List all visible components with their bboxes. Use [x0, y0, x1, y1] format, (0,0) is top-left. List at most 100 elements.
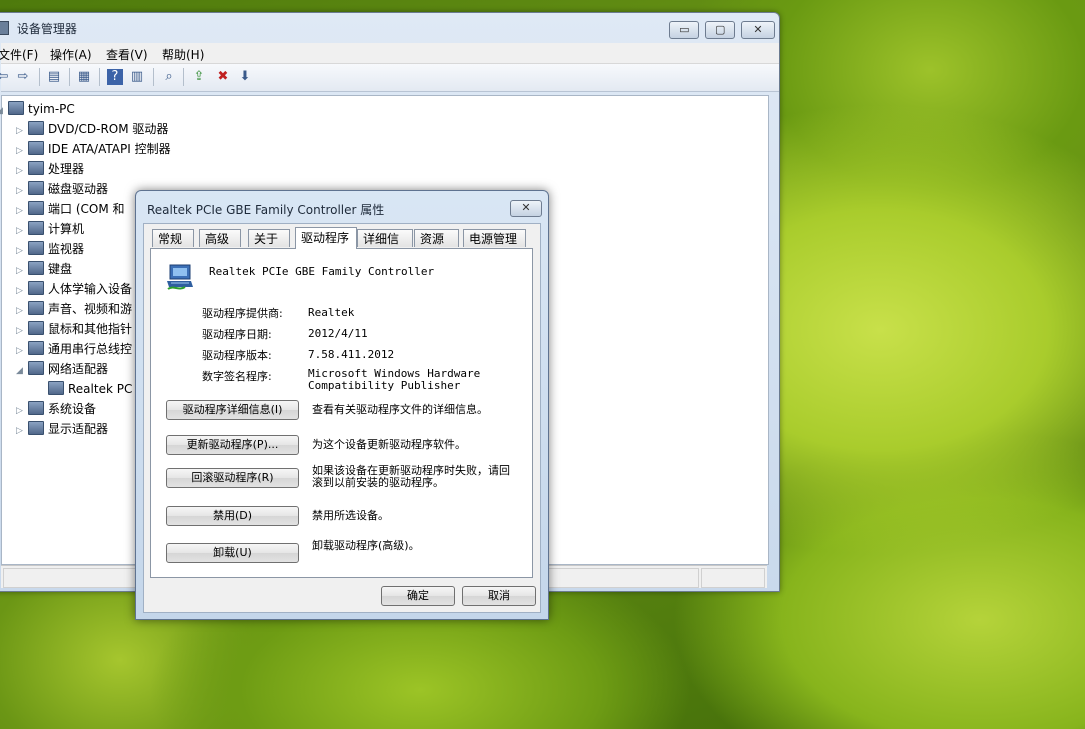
digital-signer-value: Microsoft Windows Hardware Compatibility… [308, 367, 481, 392]
tab-resources[interactable]: 资源 [414, 229, 459, 247]
dialog-close-button[interactable]: ✕ [510, 200, 542, 217]
tree-item[interactable]: ▷ 键盘 [16, 260, 72, 278]
usb-icon [28, 341, 44, 355]
hid-icon [28, 281, 44, 295]
expand-icon[interactable]: ▷ [16, 222, 28, 240]
properties-dialog: Realtek PCIe GBE Family Controller 属性 ✕ … [135, 190, 549, 620]
collapse-icon[interactable]: ◢ [16, 362, 28, 380]
tree-item[interactable]: ▷ 显示适配器 [16, 420, 108, 438]
driver-date-label: 驱动程序日期: [202, 328, 272, 341]
expand-icon[interactable]: ▷ [16, 122, 28, 140]
tab-driver[interactable]: 驱动程序 [295, 227, 357, 249]
tree-item[interactable]: ▷ 处理器 [16, 160, 84, 178]
properties-icon[interactable]: ▦ [76, 69, 92, 85]
status-cell [547, 568, 699, 588]
tree-item[interactable]: ▷ DVD/CD-ROM 驱动器 [16, 120, 168, 138]
tab-details[interactable]: 详细信息 [357, 229, 413, 265]
network-adapter-icon [167, 264, 193, 290]
dvd-drive-icon [28, 121, 44, 135]
expand-icon[interactable]: ▷ [16, 182, 28, 200]
menu-view[interactable]: 查看(V) [106, 46, 148, 63]
window-title-bar[interactable]: 设备管理器 [0, 13, 601, 43]
driver-provider-label: 驱动程序提供商: [202, 307, 283, 320]
menu-file[interactable]: 文件(F) [0, 46, 38, 63]
driver-details-button[interactable]: 驱动程序详细信息(I) [166, 400, 299, 420]
collapse-icon[interactable]: ◢ [0, 102, 8, 120]
tree-item[interactable]: ▷ 通用串行总线控 [16, 340, 132, 358]
disable-device-icon[interactable]: ⬇ [237, 69, 253, 85]
device-name: Realtek PCIe GBE Family Controller [209, 265, 435, 278]
driver-tab-panel: Realtek PCIe GBE Family Controller 驱动程序提… [150, 248, 533, 578]
device-manager-icon [0, 21, 9, 35]
expand-icon[interactable]: ▷ [16, 402, 28, 420]
expand-icon[interactable]: ▷ [16, 142, 28, 160]
system-device-icon [28, 401, 44, 415]
toolbar-separator [99, 68, 100, 86]
menu-help[interactable]: 帮助(H) [162, 46, 204, 63]
scan-hardware-icon[interactable]: ⌕ [161, 69, 177, 85]
tab-about[interactable]: 关于 [248, 229, 290, 247]
driver-provider-value: Realtek [308, 306, 355, 319]
dialog-title: Realtek PCIe GBE Family Controller 属性 [147, 203, 385, 217]
help-icon[interactable]: ? [107, 69, 123, 85]
back-arrow-icon[interactable]: ⇦ [0, 69, 11, 85]
tree-item[interactable]: Realtek PC [36, 380, 132, 398]
tree-item[interactable]: ▷ 端口 (COM 和 [16, 200, 125, 218]
action-pane-icon[interactable]: ▥ [129, 69, 145, 85]
tree-item[interactable]: ▷ 监视器 [16, 240, 84, 258]
uninstall-driver-button[interactable]: 卸载(U) [166, 543, 299, 563]
maximize-button[interactable]: ▢ [705, 21, 736, 39]
disable-device-button[interactable]: 禁用(D) [166, 506, 299, 526]
expand-icon[interactable]: ▷ [16, 202, 28, 220]
disk-drive-icon [28, 181, 44, 195]
tab-advanced[interactable]: 高级 [199, 229, 241, 247]
tree-item[interactable]: ▷ 系统设备 [16, 400, 96, 418]
update-driver-icon[interactable]: ⇪ [191, 69, 207, 85]
window-title: 设备管理器 [16, 22, 77, 36]
computer-icon [28, 221, 44, 235]
menu-bar: 文件(F) 操作(A) 查看(V) 帮助(H) [0, 43, 779, 64]
tree-item[interactable]: ▷ 磁盘驱动器 [16, 180, 108, 198]
tree-item[interactable]: ▷ IDE ATA/ATAPI 控制器 [16, 140, 171, 158]
keyboard-icon [28, 261, 44, 275]
cancel-button[interactable]: 取消 [462, 586, 536, 606]
toolbar: ⇦ ⇨ ▤ ▦ ? ▥ ⌕ ⇪ ✖ ⬇ [0, 64, 779, 92]
forward-arrow-icon[interactable]: ⇨ [15, 69, 31, 85]
expand-icon[interactable]: ▷ [16, 242, 28, 260]
toolbar-separator [183, 68, 184, 86]
ok-button[interactable]: 确定 [381, 586, 455, 606]
tab-general[interactable]: 常规 [152, 229, 194, 247]
expand-icon[interactable]: ▷ [16, 422, 28, 440]
tree-item[interactable]: ▷ 人体学输入设备 [16, 280, 132, 298]
update-driver-button[interactable]: 更新驱动程序(P)... [166, 435, 299, 455]
ide-controller-icon [28, 141, 44, 155]
tree-item-label: 系统设备 [48, 402, 97, 416]
show-hide-console-tree-icon[interactable]: ▤ [46, 69, 62, 85]
menu-action[interactable]: 操作(A) [50, 46, 92, 63]
tree-item[interactable]: ▷ 鼠标和其他指针 [16, 320, 132, 338]
tree-root[interactable]: ◢ tyim-PC [0, 100, 75, 118]
uninstall-driver-description: 卸载驱动程序(高级)。 [312, 539, 420, 552]
rollback-driver-button[interactable]: 回滚驱动程序(R) [166, 468, 299, 488]
tree-item-label: 键盘 [48, 262, 73, 276]
expand-icon[interactable]: ▷ [16, 282, 28, 300]
expand-icon[interactable]: ▷ [16, 322, 28, 340]
expand-icon[interactable]: ▷ [16, 302, 28, 320]
tab-power-management[interactable]: 电源管理 [463, 229, 526, 247]
tree-item[interactable]: ◢ 网络适配器 [16, 360, 108, 378]
tree-item[interactable]: ▷ 声音、视频和游 [16, 300, 132, 318]
tree-item-label: IDE ATA/ATAPI 控制器 [48, 142, 171, 156]
close-button[interactable]: ✕ [741, 21, 775, 39]
expand-icon[interactable]: ▷ [16, 262, 28, 280]
network-adapter-icon [48, 381, 64, 395]
expand-icon[interactable]: ▷ [16, 162, 28, 180]
driver-date-value: 2012/4/11 [308, 327, 368, 340]
minimize-button[interactable]: ▭ [669, 21, 700, 39]
uninstall-icon[interactable]: ✖ [215, 69, 231, 85]
tree-item-label: 显示适配器 [48, 422, 109, 436]
expand-icon[interactable]: ▷ [16, 342, 28, 360]
tree-item[interactable]: ▷ 计算机 [16, 220, 84, 238]
tree-item-label: 计算机 [48, 222, 85, 236]
network-adapter-icon [28, 361, 44, 375]
tree-item-label: 磁盘驱动器 [48, 182, 109, 196]
